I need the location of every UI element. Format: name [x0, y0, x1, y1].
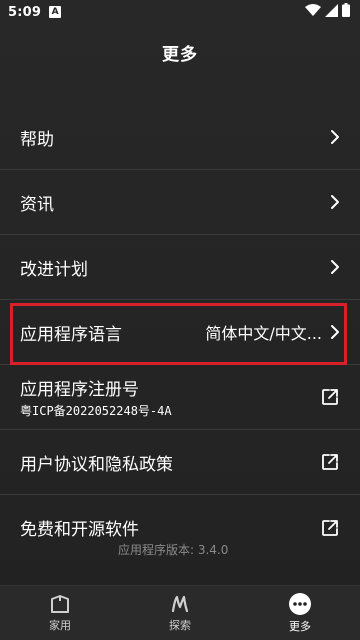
- menu-item-label: 改进计划: [20, 259, 88, 280]
- nav-explore[interactable]: 探索: [120, 586, 240, 640]
- menu-item-registration[interactable]: 应用程序注册号 粤ICP备2022052248号-4A: [0, 365, 360, 430]
- page-title: 更多: [162, 45, 198, 65]
- menu-item-label: 帮助: [20, 129, 54, 150]
- notification-icon: A: [49, 6, 62, 18]
- chevron-right-icon: [330, 324, 340, 340]
- wifi-icon: [305, 3, 321, 21]
- nav-more[interactable]: 更多: [240, 586, 360, 640]
- nav-label-more: 更多: [289, 620, 311, 633]
- menu-item-label: 用户协议和隐私政策: [20, 454, 173, 475]
- screen: 5:09 A 更多 帮助 资讯 改进计划 应用程序语言 简体中文/中文... 应…: [0, 0, 360, 640]
- menu-item-label: 应用程序注册号: [20, 380, 139, 400]
- status-right: [305, 3, 350, 21]
- menu-item-improvement-plan[interactable]: 改进计划: [0, 235, 360, 300]
- registration-text: 应用程序注册号 粤ICP备2022052248号-4A: [20, 375, 172, 419]
- menu-item-label: 应用程序语言: [20, 324, 122, 345]
- registration-number: 粤ICP备2022052248号-4A: [20, 404, 172, 418]
- nav-label-explore: 探索: [169, 619, 191, 632]
- app-version: 应用程序版本: 3.4.0: [118, 543, 229, 557]
- nav-label-home: 家用: [49, 619, 71, 632]
- status-bar: 5:09 A: [0, 0, 360, 24]
- row-right: [330, 194, 340, 210]
- row-right: [320, 387, 340, 407]
- row-right: 简体中文/中文...: [205, 320, 340, 344]
- menu-item-label: 免费和开源软件: [20, 520, 139, 540]
- status-time: 5:09: [8, 4, 42, 20]
- more-icon: [288, 592, 312, 616]
- nav-home[interactable]: 家用: [0, 586, 120, 640]
- row-right: [320, 452, 340, 472]
- battery-icon: [342, 3, 350, 21]
- row-right: [320, 518, 340, 538]
- settings-list: 帮助 资讯 改进计划 应用程序语言 简体中文/中文... 应用程序注册号 粤IC…: [0, 105, 360, 560]
- chevron-right-icon: [330, 259, 340, 275]
- menu-item-help[interactable]: 帮助: [0, 105, 360, 170]
- row-right: [330, 129, 340, 145]
- home-icon: [49, 593, 71, 615]
- menu-item-news[interactable]: 资讯: [0, 170, 360, 235]
- status-left: 5:09 A: [8, 4, 62, 20]
- chevron-right-icon: [330, 129, 340, 145]
- chevron-right-icon: [330, 194, 340, 210]
- menu-item-user-agreement[interactable]: 用户协议和隐私政策: [0, 430, 360, 495]
- bottom-nav: 家用 探索 更多: [0, 585, 360, 640]
- menu-item-label: 资讯: [20, 194, 54, 215]
- explore-icon: [169, 593, 191, 615]
- external-link-icon: [320, 518, 340, 538]
- signal-icon: [325, 3, 338, 21]
- external-link-icon: [320, 387, 340, 407]
- language-value: 简体中文/中文...: [205, 324, 322, 343]
- external-link-icon: [320, 452, 340, 472]
- row-right: [330, 259, 340, 275]
- menu-item-app-language[interactable]: 应用程序语言 简体中文/中文...: [0, 300, 360, 365]
